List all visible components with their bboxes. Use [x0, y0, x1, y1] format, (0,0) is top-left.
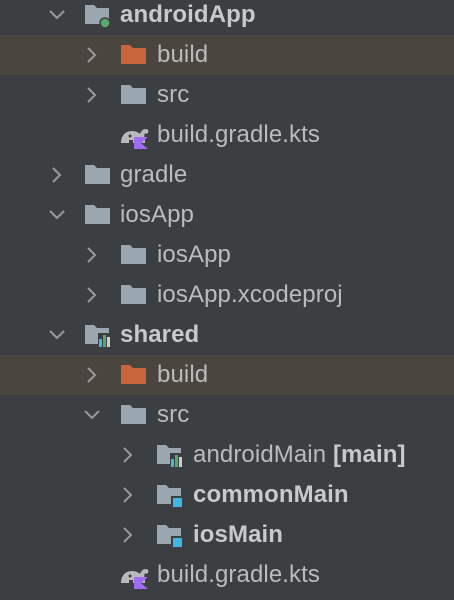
chevron-right-icon[interactable] — [82, 275, 102, 315]
tree-item-label: build — [157, 361, 209, 388]
tree-item-label: commonMain — [193, 481, 349, 508]
excluded-folder-icon — [120, 43, 146, 67]
tree-item-label: build — [157, 41, 209, 68]
tree-item-label: iosApp — [157, 241, 231, 268]
tree-row-ios-app[interactable]: iosApp — [0, 195, 454, 235]
library-module-folder-icon — [156, 443, 183, 467]
chevron-right-icon[interactable] — [118, 515, 138, 555]
tree-item-label: src — [157, 81, 190, 108]
main-tag: [main] — [332, 441, 406, 468]
chevron-down-icon[interactable] — [82, 395, 102, 435]
tree-row-ios-app-inner[interactable]: iosApp — [0, 235, 454, 275]
tree-row-ios-main[interactable]: iosMain — [0, 515, 454, 555]
chevron-down-icon[interactable] — [47, 315, 67, 355]
tree-row-android-build[interactable]: build — [0, 35, 454, 75]
folder-icon — [120, 83, 146, 107]
tree-item-label: iosMain — [193, 521, 284, 548]
tree-item-label: androidMain [main] — [193, 435, 406, 475]
tree-row-shared-build[interactable]: build — [0, 355, 454, 395]
chevron-right-icon[interactable] — [118, 475, 138, 515]
tree-row-android-src[interactable]: src — [0, 75, 454, 115]
source-root-folder-icon — [156, 483, 182, 507]
chevron-right-icon[interactable] — [82, 35, 102, 75]
tree-item-label: iosApp.xcodeproj — [157, 281, 343, 308]
chevron-right-icon[interactable] — [118, 435, 138, 475]
tree-row-shared-gradle-file[interactable]: build.gradle.kts — [0, 555, 454, 595]
folder-icon — [120, 403, 146, 427]
source-root-folder-icon — [156, 523, 182, 547]
folder-icon — [84, 203, 110, 227]
excluded-folder-icon — [120, 363, 146, 387]
gradle-kotlin-file-icon — [118, 561, 150, 589]
tree-item-label: gradle — [120, 161, 188, 188]
folder-icon — [120, 243, 146, 267]
library-module-folder-icon — [84, 323, 111, 347]
chevron-right-icon[interactable] — [82, 75, 102, 115]
chevron-down-icon[interactable] — [47, 195, 67, 235]
tree-row-android-main[interactable]: androidMain [main] — [0, 435, 454, 475]
tree-item-label: iosApp — [120, 201, 194, 228]
folder-icon — [84, 163, 110, 187]
tree-item-label: build.gradle.kts — [157, 561, 321, 588]
tree-row-ios-xcodeproj[interactable]: iosApp.xcodeproj — [0, 275, 454, 315]
source-set-name: androidMain — [193, 441, 327, 468]
chevron-down-icon[interactable] — [47, 0, 67, 35]
tree-item-label: build.gradle.kts — [157, 121, 321, 148]
chevron-right-icon[interactable] — [47, 155, 67, 195]
chevron-right-icon[interactable] — [82, 355, 102, 395]
tree-row-shared-src[interactable]: src — [0, 395, 454, 435]
folder-icon — [120, 283, 146, 307]
tree-row-android-gradle-file[interactable]: build.gradle.kts — [0, 115, 454, 155]
tree-item-label: src — [157, 401, 190, 428]
tree-row-shared[interactable]: shared — [0, 315, 454, 355]
tree-row-common-main[interactable]: commonMain — [0, 475, 454, 515]
project-tree: androidApp build src build.gradle.kts gr… — [0, 0, 454, 600]
tree-item-label: androidApp — [120, 1, 256, 28]
gradle-kotlin-file-icon — [118, 121, 150, 149]
tree-row-gradle[interactable]: gradle — [0, 155, 454, 195]
module-folder-icon — [84, 3, 111, 29]
tree-row-android-app[interactable]: androidApp — [0, 0, 454, 35]
chevron-right-icon[interactable] — [82, 235, 102, 275]
tree-item-label: shared — [120, 321, 200, 348]
